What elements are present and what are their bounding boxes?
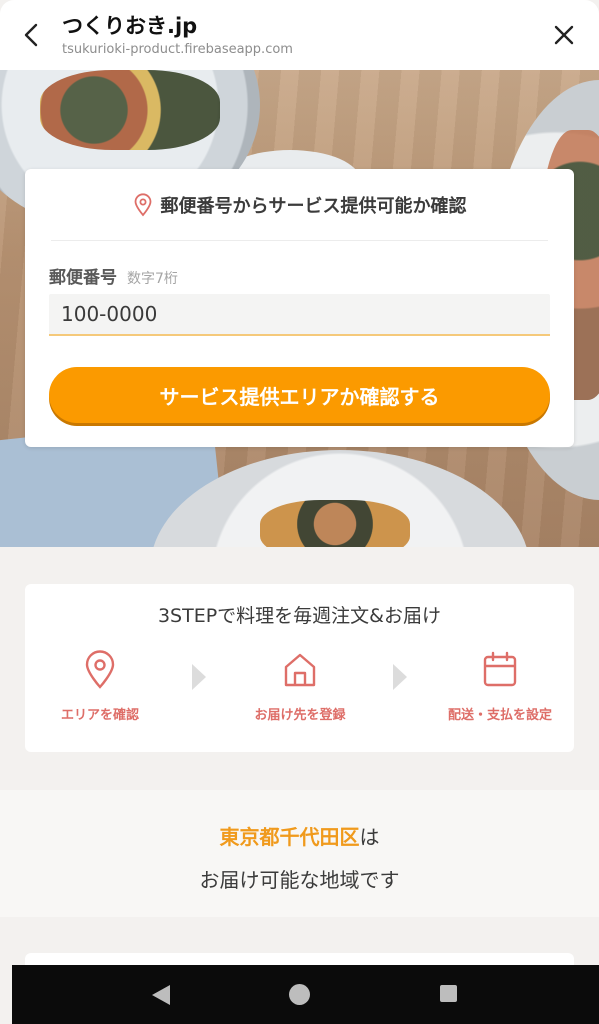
close-icon xyxy=(554,25,574,45)
arrow-right-icon xyxy=(192,664,206,690)
food xyxy=(260,500,410,547)
nav-back-icon[interactable] xyxy=(152,985,170,1005)
step-check-area: エリアを確認 xyxy=(25,650,175,723)
nav-recents-icon[interactable] xyxy=(440,985,457,1002)
home-icon xyxy=(284,653,316,687)
food xyxy=(40,70,220,150)
step-label: 配送・支払を設定 xyxy=(447,708,552,723)
back-button[interactable] xyxy=(0,0,62,70)
map-pin-icon xyxy=(85,650,115,689)
nav-home-icon[interactable] xyxy=(289,984,310,1005)
page-url: tsukurioki-product.firebaseapp.com xyxy=(62,42,293,57)
step-label: エリアを確認 xyxy=(60,708,139,723)
postal-card-title: 郵便番号からサービス提供可能か確認 xyxy=(160,195,467,217)
availability-result: 東京都千代田区は お届け可能な地域です xyxy=(0,790,599,917)
postal-code-input[interactable] xyxy=(49,294,550,336)
close-button[interactable] xyxy=(529,0,599,70)
arrow-right-icon xyxy=(393,664,407,690)
postal-card-header: 郵便番号からサービス提供可能か確認 xyxy=(51,169,548,241)
result-suffix: は xyxy=(359,825,380,849)
result-line-2: お届け可能な地域です xyxy=(199,868,400,892)
result-line-1: 東京都千代田区は xyxy=(0,821,599,850)
step-set-delivery-payment: 配送・支払を設定 xyxy=(425,650,575,723)
system-navigation-bar xyxy=(12,965,599,1024)
check-area-button[interactable]: サービス提供エリアか確認する xyxy=(49,367,550,423)
steps-card: 3STEPで料理を毎週注文&お届け エリアを確認 お届け先を登録 配送・支払を設… xyxy=(25,584,574,752)
browser-header: つくりおき.jp tsukurioki-product.firebaseapp.… xyxy=(0,0,599,70)
postal-check-card: 郵便番号からサービス提供可能か確認 郵便番号 数字7桁 サービス提供エリアか確認… xyxy=(25,169,574,447)
calendar-icon xyxy=(483,651,517,687)
map-pin-icon xyxy=(134,192,151,216)
step-label: お届け先を登録 xyxy=(254,708,346,723)
postal-code-hint: 数字7桁 xyxy=(127,271,178,287)
step-register-address: お届け先を登録 xyxy=(225,650,375,723)
steps-title: 3STEPで料理を毎週注文&お届け xyxy=(157,605,442,627)
postal-code-label: 郵便番号 xyxy=(49,268,117,288)
result-area-name: 東京都千代田区 xyxy=(219,825,360,849)
page-title: つくりおき.jp xyxy=(62,14,198,38)
chevron-left-icon xyxy=(24,23,38,47)
